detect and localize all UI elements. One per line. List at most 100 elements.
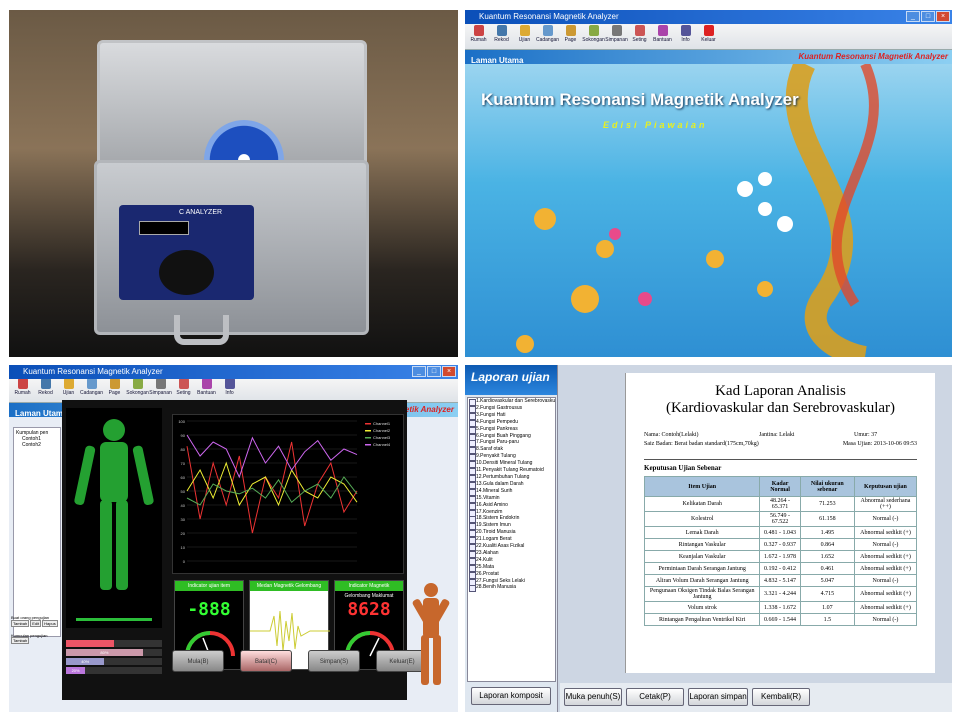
toolbar-button[interactable]: Bantuan [651, 25, 674, 49]
toolbar-icon [634, 25, 645, 36]
edit-button[interactable]: Edit [30, 620, 42, 627]
report-bottom-bar: Muka penuh(S) Cetak(P) Laporan simpan Ke… [560, 683, 952, 712]
report-list-item[interactable]: 5.Fungsi Pankreas [468, 426, 555, 434]
report-list-item[interactable]: 20.Tiroid Manusia [468, 529, 555, 538]
table-cell: 5.047 [799, 574, 855, 587]
toolbar-button[interactable]: Ujian [57, 378, 80, 402]
report-list-item[interactable]: 1.Kardiovaskular dan Serebrovaskular [468, 398, 555, 406]
table-row: Rintangan Vaskular 0.327 - 0.937 0.864 Norm… [643, 538, 918, 551]
report-list-item[interactable]: 2.Fungsi Gastrousus [468, 405, 555, 413]
back-button[interactable]: Kembali(R) [752, 688, 810, 706]
add-button[interactable]: Tambah [11, 620, 30, 627]
add-group-button[interactable]: Tambah [11, 637, 30, 644]
delete-button[interactable]: Hapus [42, 620, 58, 627]
table-cell: 1.672 - 1.978 [759, 550, 801, 563]
legend-label: Channel4 [373, 442, 391, 447]
toolbar-button[interactable]: Page [103, 378, 126, 402]
table-cell: 1.5 [799, 613, 855, 626]
toolbar-button[interactable]: Rekod [34, 378, 57, 402]
report-list-item[interactable]: 11.Penyakit Tulang Reumatoid [468, 467, 555, 475]
table-cell: Keanjalan Vaskular [643, 550, 761, 563]
report-list-item[interactable]: 27.Fungsi Seks Lelaki [468, 578, 555, 586]
report-list[interactable]: 1.Kardiovaskular dan Serebrovaskular 2.Fu… [467, 397, 556, 682]
toolbar-button[interactable]: Cadangan [80, 378, 103, 402]
report-list-item[interactable]: 7.Fungsi Paru-paru [468, 439, 555, 448]
device-display [139, 221, 189, 235]
composite-report-button[interactable]: Laporan komposit [471, 687, 551, 705]
report-list-item[interactable]: 21.Logam Berat [468, 536, 555, 545]
toolbar-button[interactable]: Ujian [513, 25, 536, 49]
report-list-item[interactable]: 10.Densiti Mineral Tulang [468, 460, 555, 469]
legend-label: Channel3 [373, 435, 391, 440]
tree-item[interactable]: Contoh2 [16, 442, 58, 448]
toolbar-button[interactable]: Simpanan [605, 25, 628, 49]
report-list-item[interactable]: 4.Fungsi Pempedu [468, 419, 555, 427]
report-list-item[interactable]: 23.Alahan [468, 550, 555, 558]
report-list-item[interactable]: 12.Pertumbuhan Tulang [468, 474, 555, 482]
minimize-icon[interactable]: _ [906, 11, 920, 22]
report-list-item[interactable]: 15.Vitamin [468, 495, 555, 503]
maximize-icon[interactable]: □ [921, 11, 935, 22]
close-icon[interactable]: × [936, 11, 950, 22]
report-list-item[interactable]: 13.Gula dalam Darah [468, 481, 555, 489]
table-cell: Abnormal sedikit (+) [853, 601, 918, 614]
fullscreen-button[interactable]: Muka penuh(S) [564, 688, 622, 706]
toolbar-button[interactable]: Keluar [697, 25, 720, 49]
report-list-item[interactable]: 9.Penyakit Tulang [468, 453, 555, 462]
table-cell: 3.321 - 4.244 [759, 586, 801, 602]
report-list-item[interactable]: 18.Sistem Endokrin [468, 515, 555, 524]
cancel-button[interactable]: Batal(C) [240, 650, 292, 672]
y-tick-label: 100 [178, 419, 185, 424]
report-list-item[interactable]: 28.Benih Manusia [468, 584, 555, 593]
toolbar-button[interactable]: Bantuan [195, 378, 218, 402]
toolbar-button[interactable]: Sokongan [126, 378, 149, 402]
report-list-item[interactable]: 17.Koenzim [468, 509, 555, 517]
toolbar-button[interactable]: Seting [172, 378, 195, 402]
report-list-item[interactable]: 14.Mineral Surih [468, 488, 555, 496]
report-list-item[interactable]: 26.Prostat [468, 571, 555, 579]
analyzer-device: C ANALYZER [119, 205, 254, 300]
save-report-button[interactable]: Laporan simpan [688, 688, 748, 706]
column-header: Kadar Normal [759, 476, 801, 497]
legend-label: Channel1 [373, 421, 391, 426]
table-cell: 1.07 [799, 601, 855, 614]
report-list-item[interactable]: 19.Sistem Imun [468, 522, 555, 531]
toolbar-icon [155, 378, 166, 389]
report-list-item[interactable]: 24.Kulit [468, 557, 555, 565]
toolbar-button[interactable]: Rumah [467, 25, 490, 49]
report-list-item[interactable]: 6.Fungsi Buah Pinggang [468, 433, 555, 441]
toolbar-button[interactable]: Seting [628, 25, 651, 49]
toolbar-button[interactable]: Rumah [11, 378, 34, 402]
report-subtitle: (Kardiovaskular dan Serebrovaskular) [665, 400, 896, 416]
toolbar-button[interactable]: Rekod [490, 25, 513, 49]
toolbar-label: Sokongan [126, 390, 149, 396]
toolbar-button[interactable]: Cadangan [536, 25, 559, 49]
minimize-icon[interactable]: _ [412, 366, 426, 377]
save-button[interactable]: Simpan(S) [308, 650, 360, 672]
table-row: Volum strok 1.338 - 1.672 1.07 Abnormal sed… [643, 601, 918, 614]
wave-title: Medan Magnetik Gelombang Maklumat semasa [250, 581, 328, 599]
print-button[interactable]: Cetak(P) [626, 688, 684, 706]
toolbar-button[interactable]: Simpanan [149, 378, 172, 402]
toolbar-button[interactable]: Info [674, 25, 697, 49]
close-icon[interactable]: × [442, 366, 456, 377]
toolbar-label: Page [108, 390, 121, 396]
nav-home-label: Laman Utama [15, 409, 68, 418]
report-list-item[interactable]: 3.Fungsi Hati [468, 412, 555, 420]
table-cell: 0.481 - 1.043 [759, 526, 801, 539]
y-tick-label: 60 [181, 475, 186, 480]
report-list-item[interactable]: 16.Asid Amino [468, 502, 555, 510]
toolbar-label: Sokongan [582, 37, 605, 43]
magnetic-value: 8628 [347, 599, 391, 620]
toolbar-button[interactable]: Page [559, 25, 582, 49]
waveform-chart: 100 90 80 70 60 50 40 30 20 10 0 Channel1 Channel2 Ch… [172, 414, 404, 574]
report-list-item[interactable]: 8.Saraf otak [468, 446, 555, 455]
toolbar-label: Seting [632, 37, 647, 43]
report-list-item[interactable]: 25.Mata [468, 564, 555, 572]
maximize-icon[interactable]: □ [427, 366, 441, 377]
toolbar-button[interactable]: Info [218, 378, 241, 402]
start-button[interactable]: Mula(B) [172, 650, 224, 672]
user-tree[interactable]: Kumpulan pen Contoh1 Contoh2 [13, 427, 61, 637]
toolbar-button[interactable]: Sokongan [582, 25, 605, 49]
report-list-item[interactable]: 22.Kualiti Asas Fizikal [468, 543, 555, 551]
